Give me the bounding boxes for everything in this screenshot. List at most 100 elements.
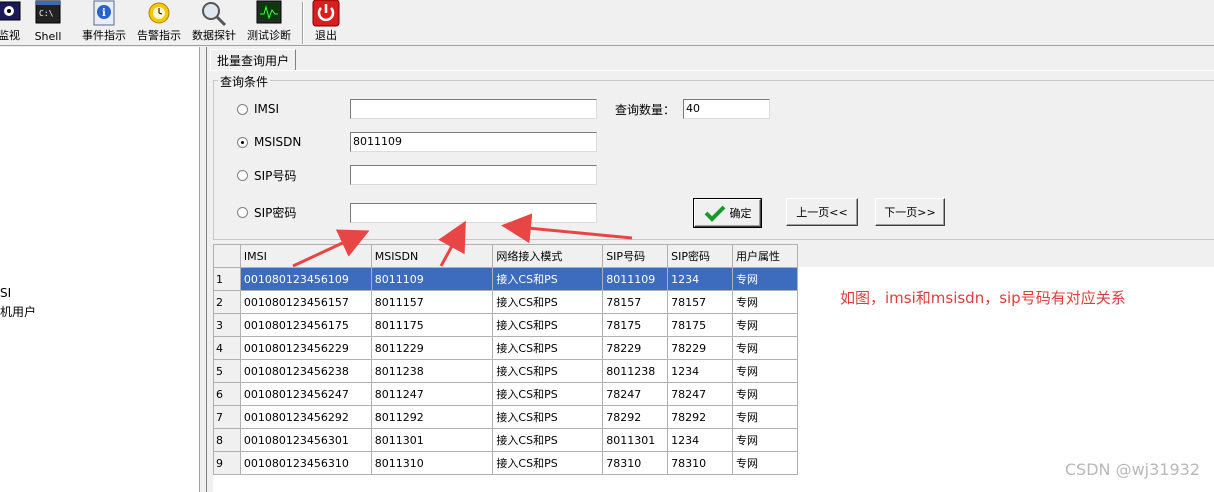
table-cell[interactable]: 专网 <box>732 451 798 475</box>
table-row[interactable]: 1 001080123456109 8011109 接入CS和PS 8011109 123… <box>213 267 798 291</box>
table-cell[interactable]: 001080123456175 <box>239 313 372 337</box>
table-cell[interactable]: 接入CS和PS <box>492 359 604 383</box>
radio-button[interactable] <box>237 103 248 115</box>
table-cell[interactable]: 专网 <box>732 428 798 452</box>
next-page-button[interactable]: 下一页>> <box>875 198 945 226</box>
alarm-button[interactable]: 告警指示 <box>133 0 185 46</box>
table-cell[interactable]: 78310 <box>602 451 669 475</box>
column-header[interactable]: SIP号码 <box>602 244 669 268</box>
probe-button[interactable]: 数据探针 <box>188 0 240 46</box>
table-cell[interactable]: 001080123456109 <box>239 267 372 291</box>
confirm-button[interactable]: 确定 <box>693 198 762 228</box>
table-cell[interactable]: 8011175 <box>370 313 494 337</box>
table-row[interactable]: 2 001080123456157 8011157 接入CS和PS 78157 78157… <box>213 290 798 314</box>
diagnose-button[interactable]: 测试诊断 <box>243 0 295 46</box>
tree-node[interactable]: 机用户 <box>0 303 36 320</box>
table-cell[interactable]: 78175 <box>667 313 734 337</box>
table-cell[interactable]: 8011109 <box>602 267 669 291</box>
table-cell[interactable]: 78157 <box>602 290 669 314</box>
radio-imsi[interactable]: IMSI <box>237 101 279 117</box>
table-cell[interactable]: 接入CS和PS <box>492 428 604 452</box>
pane-splitter[interactable] <box>200 47 207 492</box>
table-cell[interactable]: 专网 <box>732 336 798 360</box>
results-grid[interactable]: IMSI MSISDN 网络接入模式 SIP号码 SIP密码 用户属性 1 001… <box>213 244 798 476</box>
table-row[interactable]: 6 001080123456247 8011247 接入CS和PS 78247 78247… <box>213 382 798 406</box>
table-cell[interactable]: 8011238 <box>370 359 494 383</box>
results-table[interactable]: IMSI MSISDN 网络接入模式 SIP号码 SIP密码 用户属性 1 001… <box>213 244 798 475</box>
table-cell[interactable]: 001080123456229 <box>239 336 372 360</box>
table-cell[interactable]: 接入CS和PS <box>492 313 604 337</box>
table-row[interactable]: 7 001080123456292 8011292 接入CS和PS 78292 78292… <box>213 405 798 429</box>
table-cell[interactable]: 接入CS和PS <box>492 382 604 406</box>
msisdn-field[interactable]: 8011109 <box>350 132 597 152</box>
column-header[interactable]: 用户属性 <box>732 244 798 268</box>
grid-header-row: IMSI MSISDN 网络接入模式 SIP号码 SIP密码 用户属性 <box>213 244 798 268</box>
event-button[interactable]: i 事件指示 <box>78 0 130 46</box>
tree-node[interactable]: SI <box>0 286 11 300</box>
table-cell[interactable]: 接入CS和PS <box>492 405 604 429</box>
table-cell[interactable]: 专网 <box>732 382 798 406</box>
table-cell[interactable]: 8011247 <box>370 382 494 406</box>
column-header[interactable]: IMSI <box>239 244 372 268</box>
table-cell[interactable]: 专网 <box>732 405 798 429</box>
radio-button[interactable] <box>237 206 248 218</box>
table-cell[interactable]: 专网 <box>732 313 798 337</box>
table-row[interactable]: 4 001080123456229 8011229 接入CS和PS 78229 78229… <box>213 336 798 360</box>
table-cell[interactable]: 8011301 <box>370 428 494 452</box>
table-cell[interactable]: 78292 <box>602 405 669 429</box>
table-cell[interactable]: 8011301 <box>602 428 669 452</box>
table-cell[interactable]: 8011109 <box>370 267 494 291</box>
column-header[interactable]: 网络接入模式 <box>492 244 604 268</box>
radio-sip-number[interactable]: SIP号码 <box>237 167 296 183</box>
table-cell[interactable]: 接入CS和PS <box>492 290 604 314</box>
table-cell[interactable]: 专网 <box>732 290 798 314</box>
table-cell[interactable]: 8011310 <box>370 451 494 475</box>
table-cell[interactable]: 78247 <box>602 382 669 406</box>
monitor-button[interactable]: 监视 <box>0 0 32 46</box>
table-cell[interactable]: 1234 <box>667 428 734 452</box>
table-cell[interactable]: 78247 <box>667 382 734 406</box>
table-cell[interactable]: 78175 <box>602 313 669 337</box>
table-cell[interactable]: 78229 <box>602 336 669 360</box>
imsi-field[interactable] <box>350 99 597 119</box>
tree-pane[interactable]: SI 机用户 <box>0 47 200 492</box>
column-header[interactable]: SIP密码 <box>667 244 734 268</box>
table-cell[interactable]: 001080123456310 <box>239 451 372 475</box>
table-cell[interactable]: 001080123456238 <box>239 359 372 383</box>
table-cell[interactable]: 8011157 <box>370 290 494 314</box>
table-cell[interactable]: 接入CS和PS <box>492 336 604 360</box>
radio-sip-password[interactable]: SIP密码 <box>237 204 296 220</box>
table-cell[interactable]: 1234 <box>667 359 734 383</box>
column-header[interactable]: MSISDN <box>370 244 494 268</box>
table-row[interactable]: 8 001080123456301 8011301 接入CS和PS 8011301 123… <box>213 428 798 452</box>
radio-button[interactable] <box>237 136 248 148</box>
prev-page-button[interactable]: 上一页<< <box>786 198 858 226</box>
query-count-field[interactable]: 40 <box>683 99 770 119</box>
table-row[interactable]: 5 001080123456238 8011238 接入CS和PS 8011238 123… <box>213 359 798 383</box>
table-cell[interactable]: 78310 <box>667 451 734 475</box>
table-cell[interactable]: 接入CS和PS <box>492 267 604 291</box>
table-cell[interactable]: 001080123456157 <box>239 290 372 314</box>
shell-button[interactable]: C:\ Shell <box>30 0 66 46</box>
radio-msisdn[interactable]: MSISDN <box>237 134 301 150</box>
table-cell[interactable]: 8011229 <box>370 336 494 360</box>
table-cell[interactable]: 78292 <box>667 405 734 429</box>
table-cell[interactable]: 8011238 <box>602 359 669 383</box>
table-cell[interactable]: 001080123456301 <box>239 428 372 452</box>
tab-batch-query[interactable]: 批量查询用户 <box>210 49 297 70</box>
table-row[interactable]: 9 001080123456310 8011310 接入CS和PS 78310 78310… <box>213 451 798 475</box>
table-cell[interactable]: 001080123456247 <box>239 382 372 406</box>
table-cell[interactable]: 001080123456292 <box>239 405 372 429</box>
sip-password-field[interactable] <box>350 203 597 223</box>
radio-button[interactable] <box>237 169 248 181</box>
table-cell[interactable]: 78157 <box>667 290 734 314</box>
sip-number-field[interactable] <box>350 165 597 185</box>
table-cell[interactable]: 78229 <box>667 336 734 360</box>
exit-button[interactable]: 退出 <box>308 0 344 46</box>
table-cell[interactable]: 专网 <box>732 267 798 291</box>
table-cell[interactable]: 8011292 <box>370 405 494 429</box>
table-row[interactable]: 3 001080123456175 8011175 接入CS和PS 78175 78175… <box>213 313 798 337</box>
table-cell[interactable]: 专网 <box>732 359 798 383</box>
table-cell[interactable]: 接入CS和PS <box>492 451 604 475</box>
table-cell[interactable]: 1234 <box>667 267 734 291</box>
